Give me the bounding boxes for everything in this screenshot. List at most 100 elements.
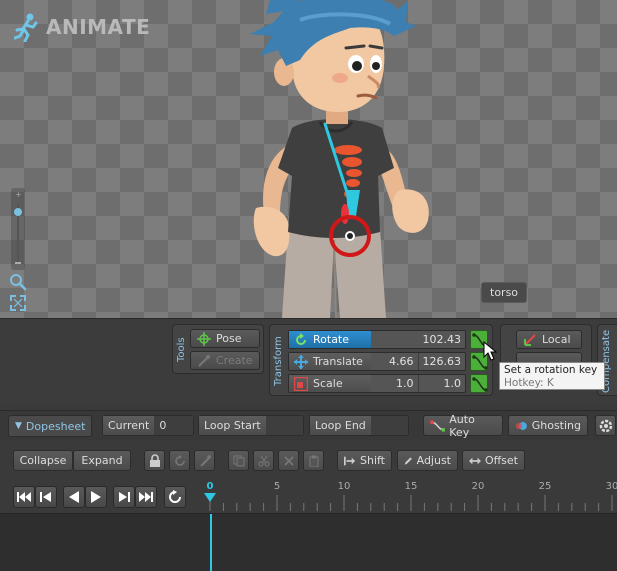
collapse-button[interactable]: Collapse <box>13 450 73 471</box>
dopesheet-header: ▼ Dopesheet Current 0 Loop Start Loop En… <box>0 410 617 440</box>
timeline-ruler[interactable]: 0 5 10 15 20 25 30 <box>196 479 617 513</box>
next-key-button[interactable] <box>113 486 135 508</box>
create-button-label: Create <box>216 354 253 367</box>
character-illustration <box>250 0 429 318</box>
fit-to-screen-icon[interactable] <box>9 294 27 312</box>
expand-button[interactable]: Expand <box>73 450 131 471</box>
adjust-label: Adjust <box>416 454 451 467</box>
mouse-cursor-icon <box>483 341 497 361</box>
go-to-end-button[interactable] <box>135 486 157 508</box>
play-forward-button[interactable] <box>85 486 107 508</box>
play-icon <box>91 491 101 503</box>
lock-button[interactable] <box>144 450 165 471</box>
tools-group: Tools Pose Create <box>172 324 264 374</box>
play-backward-button[interactable] <box>63 486 85 508</box>
shift-arrow-icon <box>344 456 356 465</box>
scale-y-value[interactable]: 1.0 <box>419 377 466 390</box>
ghosting-label: Ghosting <box>531 419 581 432</box>
dopesheet-settings-button[interactable] <box>595 415 616 436</box>
current-frame-label: Current <box>103 416 155 435</box>
ghosting-button[interactable]: Ghosting <box>508 415 588 436</box>
tooltip-hotkey: Hotkey: K <box>504 377 554 389</box>
ruler-tick-label: 10 <box>337 481 351 492</box>
brush-icon <box>199 454 211 467</box>
loop-end-input[interactable] <box>370 416 408 435</box>
lock-icon <box>149 454 160 467</box>
running-man-icon <box>14 13 38 42</box>
playhead-line[interactable] <box>210 514 212 571</box>
go-to-start-button[interactable] <box>13 486 35 508</box>
bone-pivot-indicator[interactable] <box>325 212 375 260</box>
refresh-button[interactable] <box>169 450 190 471</box>
zoom-slider-handle[interactable] <box>14 208 22 216</box>
offset-label: Offset <box>484 454 518 467</box>
scale-icon <box>294 376 308 391</box>
tooltip-title: Set a rotation key <box>504 364 598 376</box>
scale-label: Scale <box>313 377 343 390</box>
loop-end-field[interactable]: Loop End <box>309 415 409 436</box>
scale-label-cell[interactable]: Scale <box>289 375 371 392</box>
current-frame-field[interactable]: Current 0 <box>102 415 194 436</box>
scale-row[interactable]: Scale 1.0 1.0 <box>288 374 466 393</box>
ruler-tick-label: 25 <box>538 481 552 492</box>
delete-button[interactable] <box>278 450 299 471</box>
loop-start-field[interactable]: Loop Start <box>198 415 304 436</box>
rotate-label-cell[interactable]: Rotate <box>289 331 371 348</box>
pose-button[interactable]: Pose <box>190 329 260 348</box>
local-space-icon <box>524 333 536 346</box>
selected-bone-label: torso <box>481 282 528 303</box>
gear-icon <box>599 419 612 432</box>
dopesheet-toolbar: Collapse Expand Shift Adjust Offset <box>0 447 617 475</box>
ruler-tick-label: 0 <box>206 481 214 492</box>
magnifier-icon[interactable] <box>9 273 27 291</box>
zoom-slider[interactable]: + <box>11 188 25 270</box>
scale-x-value[interactable]: 1.0 <box>371 377 418 390</box>
previous-key-button[interactable] <box>35 486 57 508</box>
copy-button[interactable] <box>228 450 249 471</box>
transform-label: Transform <box>273 336 284 386</box>
scale-key-button[interactable] <box>470 374 488 393</box>
current-frame-input[interactable]: 0 <box>154 416 193 435</box>
translate-label-cell[interactable]: Translate <box>289 353 371 370</box>
loop-start-input[interactable] <box>265 416 303 435</box>
copy-icon <box>233 455 244 466</box>
rotate-label: Rotate <box>313 333 350 346</box>
playhead-marker-icon[interactable] <box>204 493 216 503</box>
rotate-value[interactable]: 102.43 <box>371 333 465 346</box>
move-arrows-icon <box>294 354 308 369</box>
zoom-plus-icon: + <box>15 190 22 199</box>
step-forward-icon <box>119 492 130 502</box>
transform-panel: Tools Pose Create Transform Rotate 102.4… <box>0 318 617 403</box>
canvas-viewport[interactable]: ANIMATE + torso <box>0 0 617 318</box>
adjust-button[interactable]: Adjust <box>397 450 458 471</box>
create-button[interactable]: Create <box>190 351 260 370</box>
tools-label: Tools <box>176 337 187 363</box>
shift-button[interactable]: Shift <box>337 450 392 471</box>
dopesheet-title: Dopesheet <box>25 419 86 433</box>
ghosting-icon <box>515 421 527 430</box>
pose-crosshair-icon <box>197 331 211 346</box>
paste-button[interactable] <box>303 450 324 471</box>
pencil-icon <box>404 456 412 465</box>
local-button[interactable]: Local <box>516 330 582 349</box>
auto-key-button[interactable]: Auto Key <box>423 413 503 439</box>
ruler-tick-label: 20 <box>471 481 485 492</box>
dopesheet-tracks[interactable] <box>0 513 617 571</box>
create-bone-icon <box>198 354 210 367</box>
brush-button[interactable] <box>194 450 215 471</box>
loop-icon <box>169 490 181 503</box>
auto-key-icon <box>430 419 446 432</box>
zoom-minus-icon <box>15 262 21 264</box>
ruler-tick-label: 30 <box>605 481 617 492</box>
cut-button[interactable] <box>253 450 274 471</box>
local-button-label: Local <box>542 333 571 346</box>
dopesheet-toggle[interactable]: ▼ Dopesheet <box>8 415 92 437</box>
translate-row[interactable]: Translate 4.66 126.63 <box>288 352 466 371</box>
skip-start-icon <box>17 492 31 502</box>
translate-x-value[interactable]: 4.66 <box>371 355 418 368</box>
loop-toggle-button[interactable] <box>164 486 186 508</box>
offset-button[interactable]: Offset <box>462 450 525 471</box>
rotate-row[interactable]: Rotate 102.43 <box>288 330 466 349</box>
pose-button-label: Pose <box>216 332 242 345</box>
translate-y-value[interactable]: 126.63 <box>419 355 466 368</box>
